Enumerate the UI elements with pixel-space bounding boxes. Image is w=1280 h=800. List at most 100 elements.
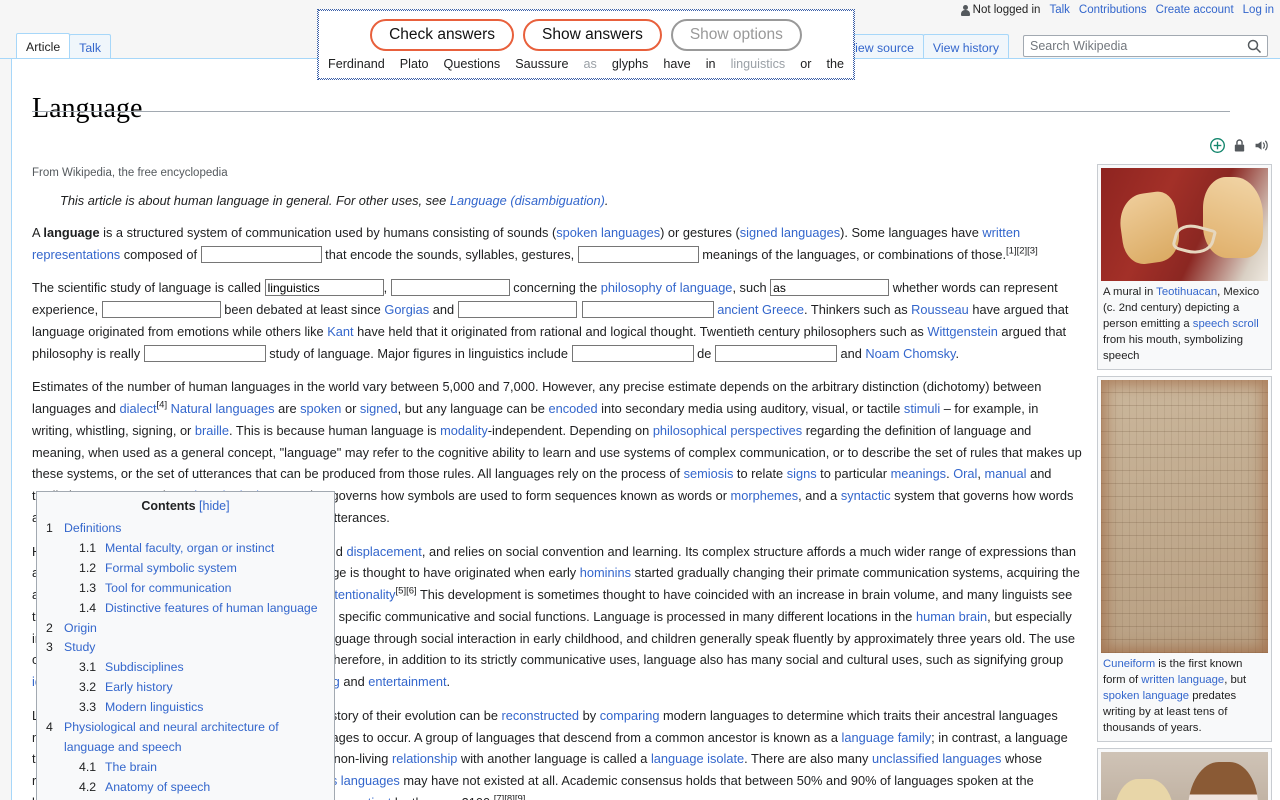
link-braille[interactable]: braille <box>195 423 229 438</box>
link-spoken-language[interactable]: spoken language <box>1103 690 1189 702</box>
link-noam-chomsky[interactable]: Noam Chomsky <box>865 346 955 361</box>
toc-item-label[interactable]: Distinctive features of human language <box>105 599 318 619</box>
toc-item[interactable]: 4.2Anatomy of speech <box>46 778 325 798</box>
link-reconstructed[interactable]: reconstructed <box>502 708 580 723</box>
link-teotihuacan[interactable]: Teotihuacan <box>1156 286 1217 298</box>
toc-item-label[interactable]: Tool for communication <box>105 579 231 599</box>
cuneiform-tablet-image[interactable] <box>1101 380 1268 653</box>
ref-7-8-9[interactable]: [7][8][9] <box>494 794 526 800</box>
toc-hide-toggle[interactable]: [hide] <box>199 499 230 513</box>
toc-item-label[interactable]: Origin <box>64 619 97 639</box>
quiz-word-option[interactable]: Saussure <box>515 57 568 71</box>
quiz-word-option[interactable]: in <box>706 57 716 71</box>
blank-input-9[interactable] <box>144 345 266 362</box>
link-spoken[interactable]: spoken <box>300 401 341 416</box>
toc-item[interactable]: 3Study <box>46 638 325 658</box>
personal-link-talk[interactable]: Talk <box>1049 4 1069 16</box>
quiz-word-option[interactable]: or <box>800 57 811 71</box>
personal-link-create-account[interactable]: Create account <box>1156 4 1234 16</box>
toc-item-label[interactable]: Formal symbolic system <box>105 559 237 579</box>
toc-item-label[interactable]: Anatomy of speech <box>105 778 210 798</box>
toc-item[interactable]: 3.3Modern linguistics <box>46 698 325 718</box>
link-written-language[interactable]: written language <box>1141 674 1224 686</box>
toc-item-label[interactable]: Physiological and neural architecture of… <box>64 718 325 758</box>
search-icon[interactable] <box>1247 39 1262 54</box>
link-human-brain[interactable]: human brain <box>916 609 987 624</box>
toc-item[interactable]: 1.2Formal symbolic system <box>46 559 325 579</box>
personal-link-contributions[interactable]: Contributions <box>1079 4 1147 16</box>
link-speech-scroll[interactable]: speech scroll <box>1193 318 1259 330</box>
link-manual[interactable]: manual <box>985 466 1027 481</box>
link-intentionality[interactable]: intentionality <box>324 587 395 602</box>
quiz-word-option[interactable]: Questions <box>444 57 501 71</box>
link-semiosis[interactable]: semiosis <box>684 466 734 481</box>
listen-audio-icon[interactable] <box>1253 137 1270 154</box>
toc-item[interactable]: 2Origin <box>46 619 325 639</box>
link-morphemes[interactable]: morphemes <box>731 488 799 503</box>
link-signs[interactable]: signs <box>787 466 817 481</box>
blank-input-10[interactable] <box>572 345 694 362</box>
link-language-isolate[interactable]: language isolate <box>651 751 744 766</box>
toc-item-label[interactable]: Mental faculty, organ or instinct <box>105 539 274 559</box>
toc-item-label[interactable]: Study <box>64 638 95 658</box>
personal-link-login[interactable]: Log in <box>1243 4 1274 16</box>
link-rousseau[interactable]: Rousseau <box>911 302 969 317</box>
search-input[interactable] <box>1024 37 1234 55</box>
two-children-talking-image[interactable] <box>1101 752 1268 800</box>
quiz-word-option[interactable]: Ferdinand <box>328 57 385 71</box>
toc-item[interactable]: 3.2Early history <box>46 678 325 698</box>
blank-input-6[interactable] <box>102 301 221 318</box>
link-encoded[interactable]: encoded <box>548 401 597 416</box>
ref-5-6[interactable]: [5][6] <box>396 586 417 597</box>
toc-item-label[interactable]: Modern linguistics <box>105 698 203 718</box>
blank-input-8[interactable] <box>582 301 714 318</box>
link-meanings[interactable]: meanings <box>891 466 947 481</box>
blank-input-7[interactable] <box>458 301 577 318</box>
blank-input-3[interactable] <box>265 279 384 296</box>
link-kant[interactable]: Kant <box>327 324 353 339</box>
tab-article[interactable]: Article <box>16 33 70 60</box>
toc-item[interactable]: 3.1Subdisciplines <box>46 658 325 678</box>
link-signed[interactable]: signed <box>360 401 398 416</box>
toc-item-label[interactable]: Definitions <box>64 519 121 539</box>
link-extinct[interactable]: extinct <box>354 795 391 800</box>
link-signed-languages[interactable]: signed languages <box>740 225 840 240</box>
add-topic-icon[interactable] <box>1209 137 1226 154</box>
link-ancient-greece[interactable]: ancient Greece <box>717 302 804 317</box>
toc-item[interactable]: 4.1The brain <box>46 758 325 778</box>
toc-item-label[interactable]: The brain <box>105 758 157 778</box>
link-syntactic[interactable]: syntactic <box>841 488 891 503</box>
link-stimuli[interactable]: stimuli <box>904 401 940 416</box>
toc-item[interactable]: 4Physiological and neural architecture o… <box>46 718 325 758</box>
link-philosophical-perspectives[interactable]: philosophical perspectives <box>653 423 802 438</box>
link-natural-languages[interactable]: Natural languages <box>171 401 275 416</box>
quiz-word-option[interactable]: the <box>826 57 844 71</box>
blank-input-11[interactable] <box>715 345 837 362</box>
link-displacement[interactable]: displacement <box>346 544 421 559</box>
link-cuneiform[interactable]: Cuneiform <box>1103 658 1155 670</box>
link-unclassified-languages[interactable]: unclassified languages <box>872 751 1001 766</box>
blank-input-1[interactable] <box>201 246 322 263</box>
teotihuacan-mural-image[interactable] <box>1101 168 1268 281</box>
blank-input-4[interactable] <box>391 279 510 296</box>
toc-item[interactable]: 1Definitions <box>46 519 325 539</box>
link-language-family[interactable]: language family <box>842 730 932 745</box>
toc-item-label[interactable]: Subdisciplines <box>105 658 184 678</box>
quiz-word-option[interactable]: Plato <box>400 57 429 71</box>
quiz-word-option[interactable]: have <box>663 57 690 71</box>
link-dialect[interactable]: dialect <box>120 401 157 416</box>
quiz-word-option[interactable]: linguistics <box>731 57 786 71</box>
quiz-word-option[interactable]: glyphs <box>612 57 648 71</box>
link-modality[interactable]: modality <box>440 423 488 438</box>
link-comparing[interactable]: comparing <box>600 708 660 723</box>
toc-item-label[interactable]: Early history <box>105 678 173 698</box>
toc-item[interactable]: 1.4Distinctive features of human languag… <box>46 599 325 619</box>
check-answers-button[interactable]: Check answers <box>370 19 514 51</box>
ref-1-2-3[interactable]: [1][2][3] <box>1006 245 1038 256</box>
ref-4[interactable]: [4] <box>157 400 168 411</box>
tab-view-history[interactable]: View history <box>923 34 1009 60</box>
link-wittgenstein[interactable]: Wittgenstein <box>927 324 997 339</box>
blank-input-5[interactable] <box>770 279 889 296</box>
search-box[interactable] <box>1023 35 1268 57</box>
hatnote-link[interactable]: Language (disambiguation) <box>450 193 605 208</box>
